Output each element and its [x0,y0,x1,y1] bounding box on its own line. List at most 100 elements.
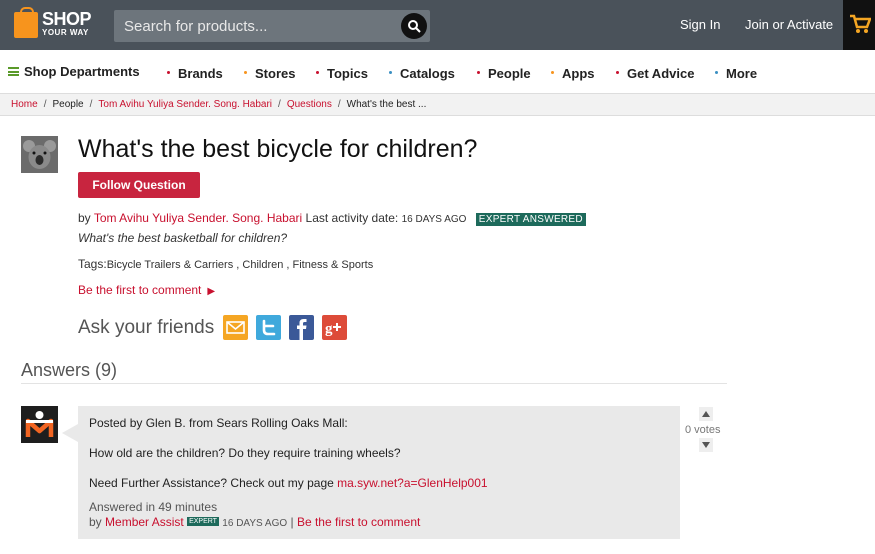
question-description: What's the best basketball for children? [78,231,288,245]
nav-dot [551,71,554,75]
svg-text:g: g [325,321,333,337]
answer-date: 16 DAYS AGO [222,518,288,529]
vote-count: 0 votes [685,424,721,436]
google-plus-share-button[interactable]: g [322,315,347,340]
meta-separator: | [290,515,294,529]
breadcrumb-separator: / [89,99,93,110]
triangle-down-icon [702,442,710,448]
first-comment-label: Be the first to comment [78,283,202,297]
member-assist-logo-icon [21,406,58,443]
divider [21,383,727,384]
nav-label: Catalogs [400,66,455,81]
logo-text-shop: SHOP [42,9,92,29]
nav-topics[interactable]: Topics [316,66,368,81]
nav-catalogs[interactable]: Catalogs [389,66,455,81]
downvote-button[interactable] [699,438,713,452]
assistance-prefix: Need Further Assistance? Check out my pa… [89,476,334,490]
department-nav: Shop Departments Brands Stores Topics Ca… [0,50,875,94]
menu-icon [8,67,19,76]
by-prefix: by [89,515,102,529]
breadcrumb-questions[interactable]: Questions [287,99,332,110]
nav-get-advice[interactable]: Get Advice [616,66,694,81]
nav-dot [715,71,718,75]
facebook-share-button[interactable] [289,315,314,340]
answerer-avatar[interactable] [21,406,58,443]
question-author-link[interactable]: Tom Avihu Yuliya Sender. Song. Habari [94,211,302,225]
breadcrumb-people[interactable]: People [52,99,83,110]
ask-your-friends-label: Ask your friends [78,317,215,338]
upvote-button[interactable] [699,407,713,421]
nav-people[interactable]: People [477,66,531,81]
facebook-icon [289,315,314,340]
answer-posted-by: Posted by Glen B. from Sears Rolling Oak… [89,416,348,430]
nav-dot [167,71,170,75]
cart-icon [850,14,871,33]
shop-your-way-logo[interactable]: SHOP YOUR WAY [14,7,98,41]
answer-card: Posted by Glen B. from Sears Rolling Oak… [62,406,680,539]
koala-avatar-icon [21,136,58,173]
tags-label: Tags: [78,257,107,271]
breadcrumb-home[interactable]: Home [11,99,38,110]
nav-label: Stores [255,66,296,81]
expert-answered-badge: EXPERT ANSWERED [475,213,586,226]
sign-in-link[interactable]: Sign In [680,17,720,32]
shop-departments-label: Shop Departments [24,64,140,79]
twitter-share-button[interactable] [256,315,281,340]
breadcrumb-user[interactable]: Tom Avihu Yuliya Sender. Song. Habari [98,99,272,110]
question-byline: by Tom Avihu Yuliya Sender. Song. Habari… [78,211,586,226]
breadcrumb-separator: / [278,99,281,110]
nav-dot [316,71,319,75]
follow-question-button[interactable]: Follow Question [78,172,200,198]
nav-label: Topics [327,66,368,81]
activity-label: Last activity date: [305,211,399,225]
top-bar: SHOP YOUR WAY Sign In Join or Activate [0,0,875,50]
breadcrumb: Home / People / Tom Avihu Yuliya Sender. Son… [0,94,875,116]
nav-dot [244,71,247,75]
answer-assistance: Need Further Assistance? Check out my pa… [89,476,488,490]
nav-apps[interactable]: Apps [551,66,595,81]
nav-label: Apps [562,66,595,81]
nav-label: People [488,66,531,81]
nav-dot [477,71,480,75]
search-box [114,10,430,42]
search-icon [408,20,421,33]
cart-button[interactable] [843,0,875,50]
triangle-right-icon: ▶ [207,286,216,297]
google-plus-icon: g [322,315,347,340]
nav-dot [616,71,619,75]
answer-meta: by Member Assist EXPERT 16 DAYS AGO | Be… [89,515,420,529]
asker-avatar[interactable] [21,136,58,173]
nav-brands[interactable]: Brands [167,66,223,81]
first-comment-link[interactable]: Be the first to comment ▶ [78,283,215,297]
search-input[interactable] [114,10,394,42]
nav-label: Brands [178,66,223,81]
assistance-page-link[interactable]: ma.syw.net?a=GlenHelp001 [337,476,487,490]
join-activate-link[interactable]: Join or Activate [745,17,833,32]
email-share-button[interactable] [223,315,248,340]
nav-label: More [726,66,758,81]
breadcrumb-separator: / [337,99,341,110]
by-prefix: by [78,211,91,225]
shopping-bag-icon [14,7,38,38]
answer-comment-link[interactable]: Be the first to comment [297,515,420,529]
shop-departments-menu[interactable]: Shop Departments [8,64,140,79]
expert-badge: EXPERT [187,517,219,527]
nav-label: Get Advice [627,66,695,81]
search-button[interactable] [401,13,427,39]
question-tags: Tags:Bicycle Trailers & Carriers , Child… [78,257,373,271]
tags-list[interactable]: Bicycle Trailers & Carriers , Children ,… [107,259,374,271]
twitter-icon [256,315,281,340]
breadcrumb-separator: / [43,99,47,110]
question-title: What's the best bicycle for children? [78,135,478,163]
activity-date: 16 DAYS AGO [401,214,467,225]
triangle-up-icon [702,411,710,417]
answer-body: How old are the children? Do they requir… [89,446,401,460]
answered-in: Answered in 49 minutes [89,500,218,514]
nav-dot [389,71,392,75]
email-icon [223,315,248,340]
nav-more[interactable]: More [715,66,757,81]
logo-text-your-way: YOUR WAY [42,28,89,37]
answer-author-link[interactable]: Member Assist [105,515,184,529]
breadcrumb-current: What's the best ... [346,99,427,110]
nav-stores[interactable]: Stores [244,66,295,81]
